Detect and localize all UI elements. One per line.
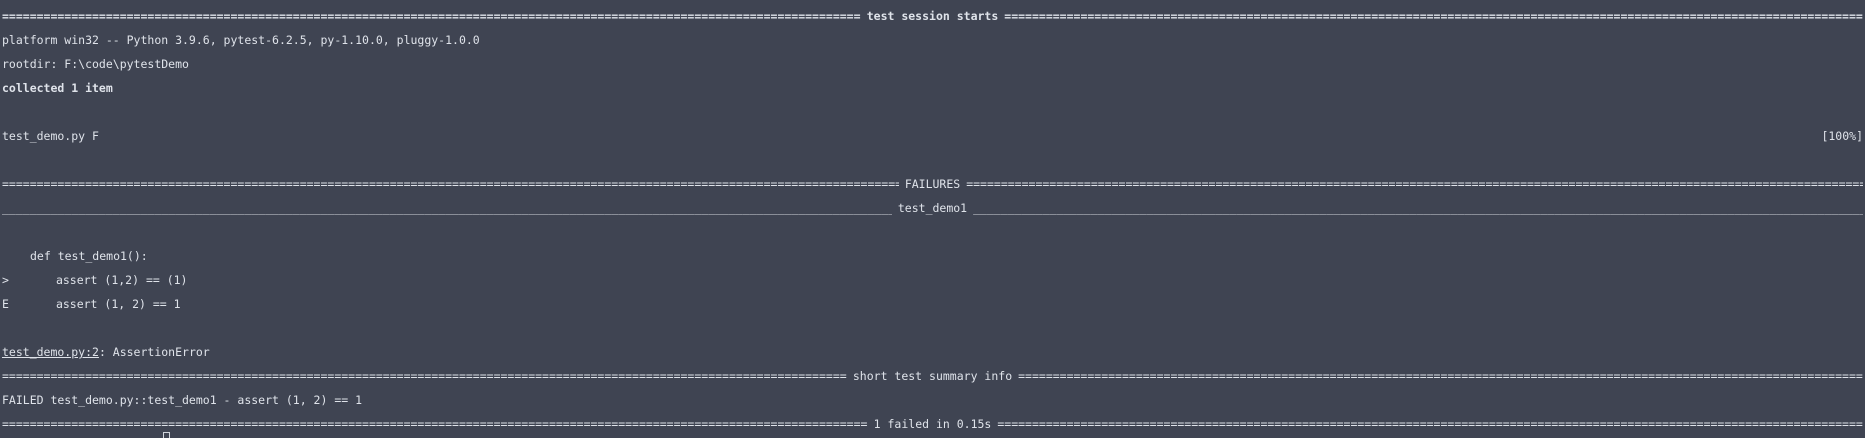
terminal-output[interactable]: test session starts platform win32 -- Py…: [0, 0, 1865, 438]
progress-percent: [100%]: [1821, 129, 1863, 143]
progress-file: test_demo.py F: [2, 129, 99, 143]
separator-result: 1 failed in 0.15s: [2, 412, 1863, 436]
separator-failures: FAILURES: [2, 172, 1863, 196]
failed-summary-line: FAILED test_demo.py::test_demo1 - assert…: [2, 393, 363, 407]
result-title: 1 failed in 0.15s: [873, 417, 992, 431]
summary-title: short test summary info: [852, 369, 1013, 383]
error-location-line: test_demo.py:2: AssertionError: [2, 340, 1863, 364]
error-location-link[interactable]: test_demo.py:2: [2, 345, 99, 359]
error-type: : AssertionError: [98, 345, 210, 359]
separator-session-start: test session starts: [2, 4, 1863, 28]
progress-line: test_demo.py F [100%]: [2, 124, 1863, 148]
test-name-title: test_demo1: [897, 201, 968, 215]
failures-title: FAILURES: [904, 177, 961, 191]
error-assert-line: Eassert (1, 2) == 1: [2, 292, 1863, 316]
rootdir-line: rootdir: F:\code\pytestDemo: [2, 57, 189, 71]
collected-line: collected 1 item: [2, 81, 113, 95]
code-assert: assert (1,2) == (1): [55, 273, 188, 287]
error-assert: assert (1, 2) == 1: [55, 297, 181, 311]
separator-summary: short test summary info: [2, 364, 1863, 388]
platform-line: platform win32 -- Python 3.9.6, pytest-6…: [2, 33, 480, 47]
session-title: test session starts: [866, 9, 999, 23]
code-assert-line: > assert (1,2) == (1): [2, 268, 1863, 292]
error-marker: E: [2, 297, 9, 311]
code-def-line: def test_demo1():: [30, 249, 148, 263]
text-cursor: [163, 432, 170, 438]
arrow-marker: >: [2, 273, 9, 287]
separator-test-name: test_demo1: [2, 196, 1863, 220]
